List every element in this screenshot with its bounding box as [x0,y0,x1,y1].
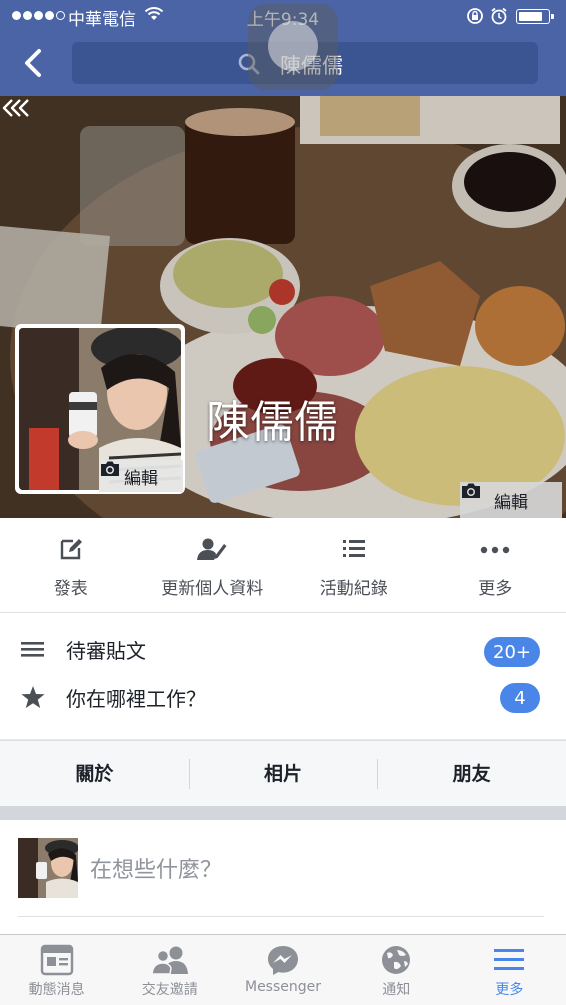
work-count-badge: 4 [500,683,540,713]
tabbar-messenger[interactable]: Messenger [226,935,339,1005]
star-icon [20,685,46,709]
camera-icon [460,482,482,500]
tabbar-label: 交友邀請 [142,979,198,999]
avatar [18,838,78,898]
battery-level [519,12,542,21]
profile-prompts: 待審貼文 20+ 你在哪裡工作？ 4 [0,613,566,739]
action-label: 發表 [54,574,88,599]
action-update-info[interactable]: 更新個人資料 [142,518,284,612]
profile-actions: 發表 更新個人資料 活動紀錄 更多 [0,518,566,613]
tabbar-more[interactable]: 更多 [453,935,566,1005]
edit-profile-picture-button[interactable]: 編輯 [99,460,183,492]
messenger-icon [266,944,300,976]
section-divider [0,806,566,820]
tab-photos[interactable]: 相片 [189,741,378,807]
tabbar-label: 動態消息 [29,979,85,999]
pending-count-badge: 20+ [484,637,540,667]
camera-icon [99,460,121,478]
edit-label: 編輯 [124,464,158,489]
action-post[interactable]: 發表 [0,518,142,612]
collapse-chevrons-icon[interactable] [0,96,32,120]
alarm-icon [490,7,508,25]
navigation-header: 中華電信 上午9:34 陳儒儒 [0,0,566,96]
work-prompt-row[interactable]: 你在哪裡工作？ 4 [0,673,566,719]
action-label: 更新個人資料 [161,574,263,599]
more-icon [480,536,510,562]
bottom-tab-bar: 動態消息 交友邀請 Messenger 通知 更多 [0,934,566,1005]
cover-photo[interactable]: 陳儒儒 編輯 [0,96,566,518]
action-label: 活動紀錄 [320,574,388,599]
action-more[interactable]: 更多 [425,518,566,612]
action-label: 更多 [478,574,512,599]
tabbar-label: 更多 [495,979,523,999]
news-feed-icon [40,944,74,976]
menu-lines-icon [20,637,46,661]
tabbar-label: 通知 [382,979,410,999]
pending-posts-row[interactable]: 待審貼文 20+ [0,625,566,671]
activity-log-icon [341,536,367,562]
edit-label: 編輯 [494,488,528,513]
action-activity-log[interactable]: 活動紀錄 [283,518,425,612]
prompt-label: 你在哪裡工作？ [66,683,206,712]
friend-requests-icon [150,944,190,976]
edit-profile-icon [197,536,227,562]
battery-icon [516,9,550,24]
status-composer: 在想些什麼？ [0,820,566,934]
rotation-lock-icon [466,7,484,25]
profile-picture[interactable]: 編輯 [15,324,185,494]
tabbar-label: Messenger [245,979,321,995]
profile-tabs: 關於 相片 朋友 [0,740,566,807]
composer-input[interactable]: 在想些什麼？ [90,852,222,884]
tabbar-notifications[interactable]: 通知 [340,935,453,1005]
hamburger-icon [492,944,526,976]
divider [18,916,544,917]
tab-about[interactable]: 關於 [0,741,189,807]
chevron-left-icon [22,48,44,78]
prompt-label: 待審貼文 [66,635,146,664]
assistive-touch-button[interactable] [248,4,338,90]
tab-friends[interactable]: 朋友 [377,741,566,807]
edit-cover-button[interactable]: 編輯 [460,482,562,518]
compose-icon [58,536,84,562]
tabbar-friend-requests[interactable]: 交友邀請 [113,935,226,1005]
notifications-globe-icon [379,944,413,976]
tabbar-news-feed[interactable]: 動態消息 [0,935,113,1005]
back-button[interactable] [14,44,52,82]
profile-name: 陳儒儒 [206,386,338,450]
